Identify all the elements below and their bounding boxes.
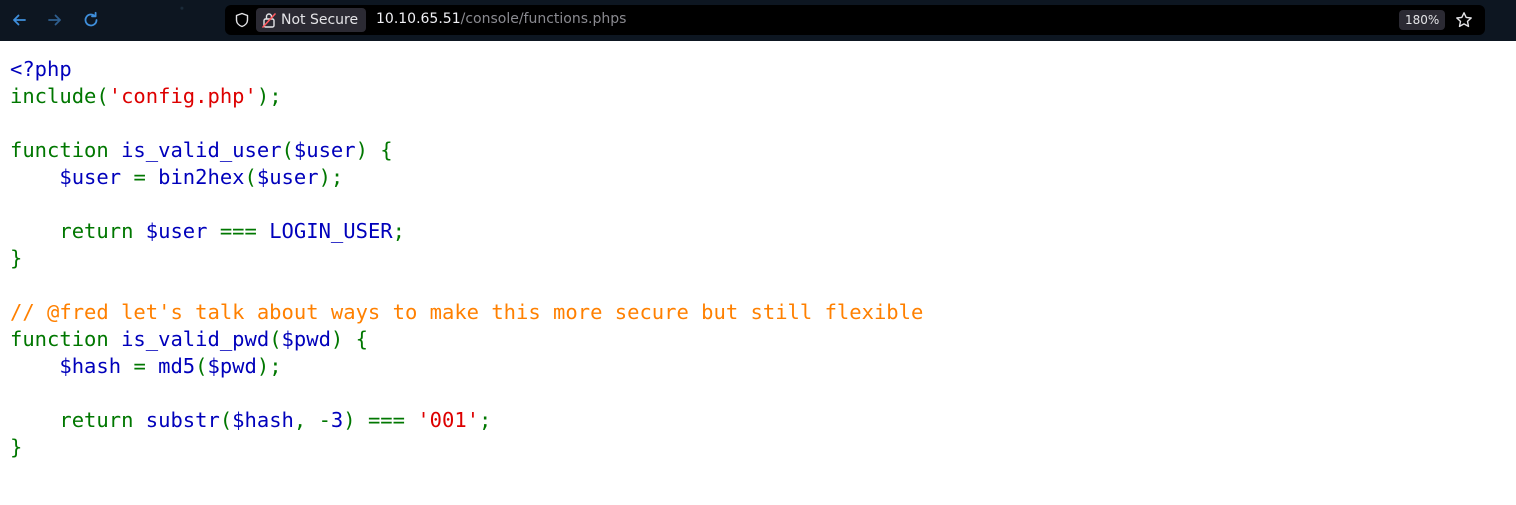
source-code-view: <?php include('config.php'); function is_v… [10, 56, 923, 461]
code-token: ( [219, 408, 233, 432]
code-token: ( [195, 354, 208, 378]
code-token: } [10, 246, 23, 270]
code-line: include('config.php'); [10, 83, 923, 110]
code-token: ); [256, 84, 282, 108]
forward-button[interactable] [43, 8, 67, 32]
code-line: $user = bin2hex($user); [10, 164, 923, 191]
code-token: = [133, 354, 159, 378]
code-line: function is_valid_user($user) { [10, 137, 923, 164]
code-line: $hash = md5($pwd); [10, 353, 923, 380]
code-token: ); [318, 165, 344, 189]
code-token: ( [244, 165, 257, 189]
code-token: 3 [330, 408, 344, 432]
code-token: $user [59, 165, 134, 189]
code-token: = [133, 165, 159, 189]
code-token: function [10, 138, 122, 162]
code-line: return substr($hash, -3) === '001'; [10, 407, 923, 434]
star-icon[interactable] [1455, 11, 1473, 29]
code-token: substr [145, 408, 220, 432]
code-token: === [219, 219, 270, 243]
code-token: $hash [59, 354, 134, 378]
reload-button[interactable] [79, 8, 103, 32]
code-token: return [10, 219, 146, 243]
shield-icon[interactable] [234, 12, 250, 28]
code-line: function is_valid_pwd($pwd) { [10, 326, 923, 353]
zoom-indicator[interactable]: 180% [1399, 10, 1446, 30]
code-line: return $user === LOGIN_USER; [10, 218, 923, 245]
code-token: $user [145, 219, 220, 243]
code-token: ) { [355, 138, 393, 162]
url-text[interactable]: 10.10.65.51/console/functions.phps [376, 11, 626, 27]
code-token: // @fred let's talk about ways to make t… [10, 300, 924, 324]
broken-lock-icon [262, 13, 276, 28]
code-token: '001' [417, 408, 480, 432]
code-token: LOGIN_USER [269, 219, 393, 243]
code-token: bin2hex [158, 165, 245, 189]
code-token: ; [392, 219, 405, 243]
code-line: } [10, 434, 923, 461]
security-label: Not Secure [281, 12, 359, 28]
reload-icon [84, 11, 98, 27]
url-host: 10.10.65.51 [376, 11, 461, 27]
back-button[interactable] [7, 8, 31, 32]
code-token: ; [479, 408, 492, 432]
code-token: ); [256, 354, 282, 378]
code-token: ) === [343, 408, 418, 432]
code-token: ( [269, 327, 282, 351]
code-token: include( [10, 84, 109, 108]
code-token: function [10, 327, 122, 351]
code-token: ) { [330, 327, 368, 351]
code-token: $hash [232, 408, 294, 432]
arrow-right-icon [48, 14, 61, 26]
code-token: $pwd [207, 354, 257, 378]
code-token: md5 [158, 354, 196, 378]
code-token: 'config.php' [108, 84, 257, 108]
code-token: , - [293, 408, 331, 432]
code-line: // @fred let's talk about ways to make t… [10, 299, 923, 326]
address-bar[interactable]: Not Secure 10.10.65.51/console/functions… [225, 5, 1485, 35]
code-line: <?php [10, 56, 923, 83]
code-token: return [10, 408, 146, 432]
code-token: } [10, 435, 23, 459]
url-path: /console/functions.phps [460, 11, 627, 27]
arrow-left-icon [13, 14, 26, 26]
code-token: is_valid_user [121, 138, 282, 162]
code-token: $user [256, 165, 319, 189]
code-token: $user [293, 138, 356, 162]
code-token: is_valid_pwd [121, 327, 270, 351]
browser-toolbar: Not Secure 10.10.65.51/console/functions… [0, 0, 1516, 41]
code-token: <?php [10, 57, 72, 81]
code-token: $pwd [281, 327, 331, 351]
site-security-indicator[interactable]: Not Secure [256, 8, 367, 32]
code-token: ( [281, 138, 294, 162]
code-line: } [10, 245, 923, 272]
